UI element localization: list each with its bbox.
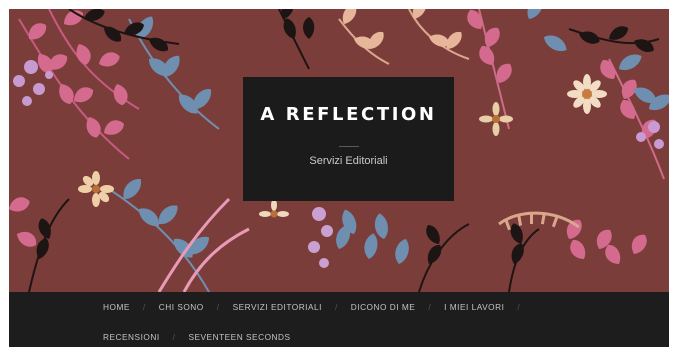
- title-divider: [339, 146, 359, 147]
- nav-row-1: HOME / CHI SONO / SERVIZI EDITORIALI / DICONO …: [103, 300, 533, 314]
- nav-item-chi-sono[interactable]: CHI SONO: [159, 300, 204, 314]
- site-title[interactable]: A REFLECTION: [243, 104, 454, 126]
- site-branding[interactable]: A REFLECTION Servizi Editoriali: [243, 77, 454, 201]
- nav-separator: /: [334, 302, 338, 312]
- site-tagline: Servizi Editoriali: [309, 155, 388, 167]
- nav-separator: /: [142, 302, 146, 312]
- nav-item-seventeen-seconds[interactable]: SEVENTEEN SECONDS: [188, 330, 290, 344]
- nav-item-servizi-editoriali[interactable]: SERVIZI EDITORIALI: [233, 300, 322, 314]
- nav-separator: /: [517, 302, 521, 312]
- header-banner: A REFLECTION Servizi Editoriali: [9, 9, 669, 292]
- nav-item-dicono-di-me[interactable]: DICONO DI ME: [351, 300, 416, 314]
- nav-item-home[interactable]: HOME: [103, 300, 130, 314]
- page: A REFLECTION Servizi Editoriali HOME / CHI…: [9, 9, 669, 347]
- nav-separator: /: [428, 302, 432, 312]
- main-navigation: HOME / CHI SONO / SERVIZI EDITORIALI / DICONO …: [9, 292, 669, 347]
- nav-row-2: RECENSIONI / SEVENTEEN SECONDS: [103, 330, 291, 344]
- nav-item-recensioni[interactable]: RECENSIONI: [103, 330, 160, 344]
- nav-separator: /: [172, 332, 176, 342]
- nav-separator: /: [216, 302, 220, 312]
- nav-item-i-miei-lavori[interactable]: I MIEI LAVORI: [444, 300, 504, 314]
